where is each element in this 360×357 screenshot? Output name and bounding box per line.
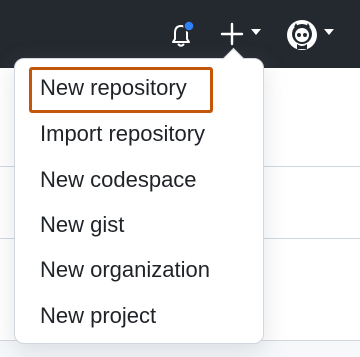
chevron-down-icon[interactable]	[250, 26, 262, 38]
chevron-down-icon[interactable]	[323, 26, 335, 38]
menu-item-new-organization[interactable]: New organization	[40, 250, 210, 290]
avatar[interactable]	[286, 19, 318, 51]
menu-item-new-project[interactable]: New project	[40, 296, 156, 336]
menu-item-import-repository[interactable]: Import repository	[40, 114, 205, 154]
notification-indicator	[183, 20, 195, 32]
plus-icon[interactable]	[218, 18, 246, 48]
highlight-box	[29, 67, 213, 113]
menu-item-new-codespace[interactable]: New codespace	[40, 160, 197, 200]
menu-item-new-gist[interactable]: New gist	[40, 205, 124, 245]
bell-icon[interactable]	[166, 20, 196, 50]
